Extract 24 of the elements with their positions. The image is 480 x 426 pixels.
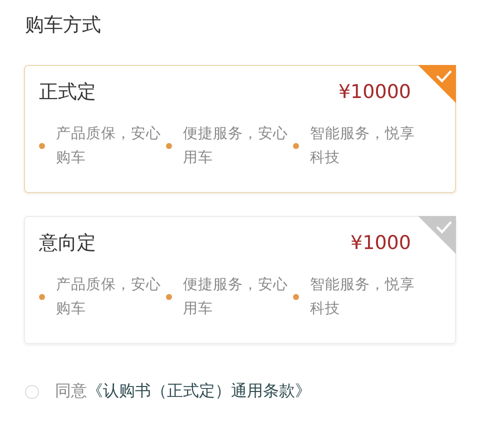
feature-text: 便捷服务，安心用车 xyxy=(183,124,289,168)
option-name: 意向定 xyxy=(39,231,96,256)
bullet-icon xyxy=(39,143,45,149)
agree-label: 同意 xyxy=(55,381,87,402)
bullet-icon xyxy=(166,143,172,149)
bullet-icon xyxy=(166,294,172,300)
section-title: 购车方式 xyxy=(25,13,102,38)
option-card[interactable]: 意向定 ¥1000 产品质保，安心购车 便捷服务，安心用车 智能服务，悦享科技 xyxy=(24,216,456,344)
bullet-icon xyxy=(293,143,299,149)
feature-text: 智能服务，悦享科技 xyxy=(310,276,416,319)
feature-text: 智能服务，悦享科技 xyxy=(310,124,416,168)
check-corner-icon xyxy=(418,216,456,254)
terms-link[interactable]: 《认购书（正式定）通用条款》 xyxy=(87,381,311,402)
bullet-icon xyxy=(293,294,299,300)
feature-text: 便捷服务，安心用车 xyxy=(183,276,289,319)
option-price: ¥10000 xyxy=(338,81,411,103)
option-card[interactable]: 正式定 ¥10000 产品质保，安心购车 便捷服务，安心用车 智能服务，悦享科技 xyxy=(24,65,456,193)
feature-text: 产品质保，安心购车 xyxy=(56,124,162,168)
agree-radio[interactable] xyxy=(25,384,39,398)
check-corner-icon xyxy=(418,65,456,103)
option-name: 正式定 xyxy=(39,80,96,105)
bullet-icon xyxy=(39,294,45,300)
feature-text: 产品质保，安心购车 xyxy=(56,276,162,319)
option-price: ¥1000 xyxy=(350,232,411,254)
